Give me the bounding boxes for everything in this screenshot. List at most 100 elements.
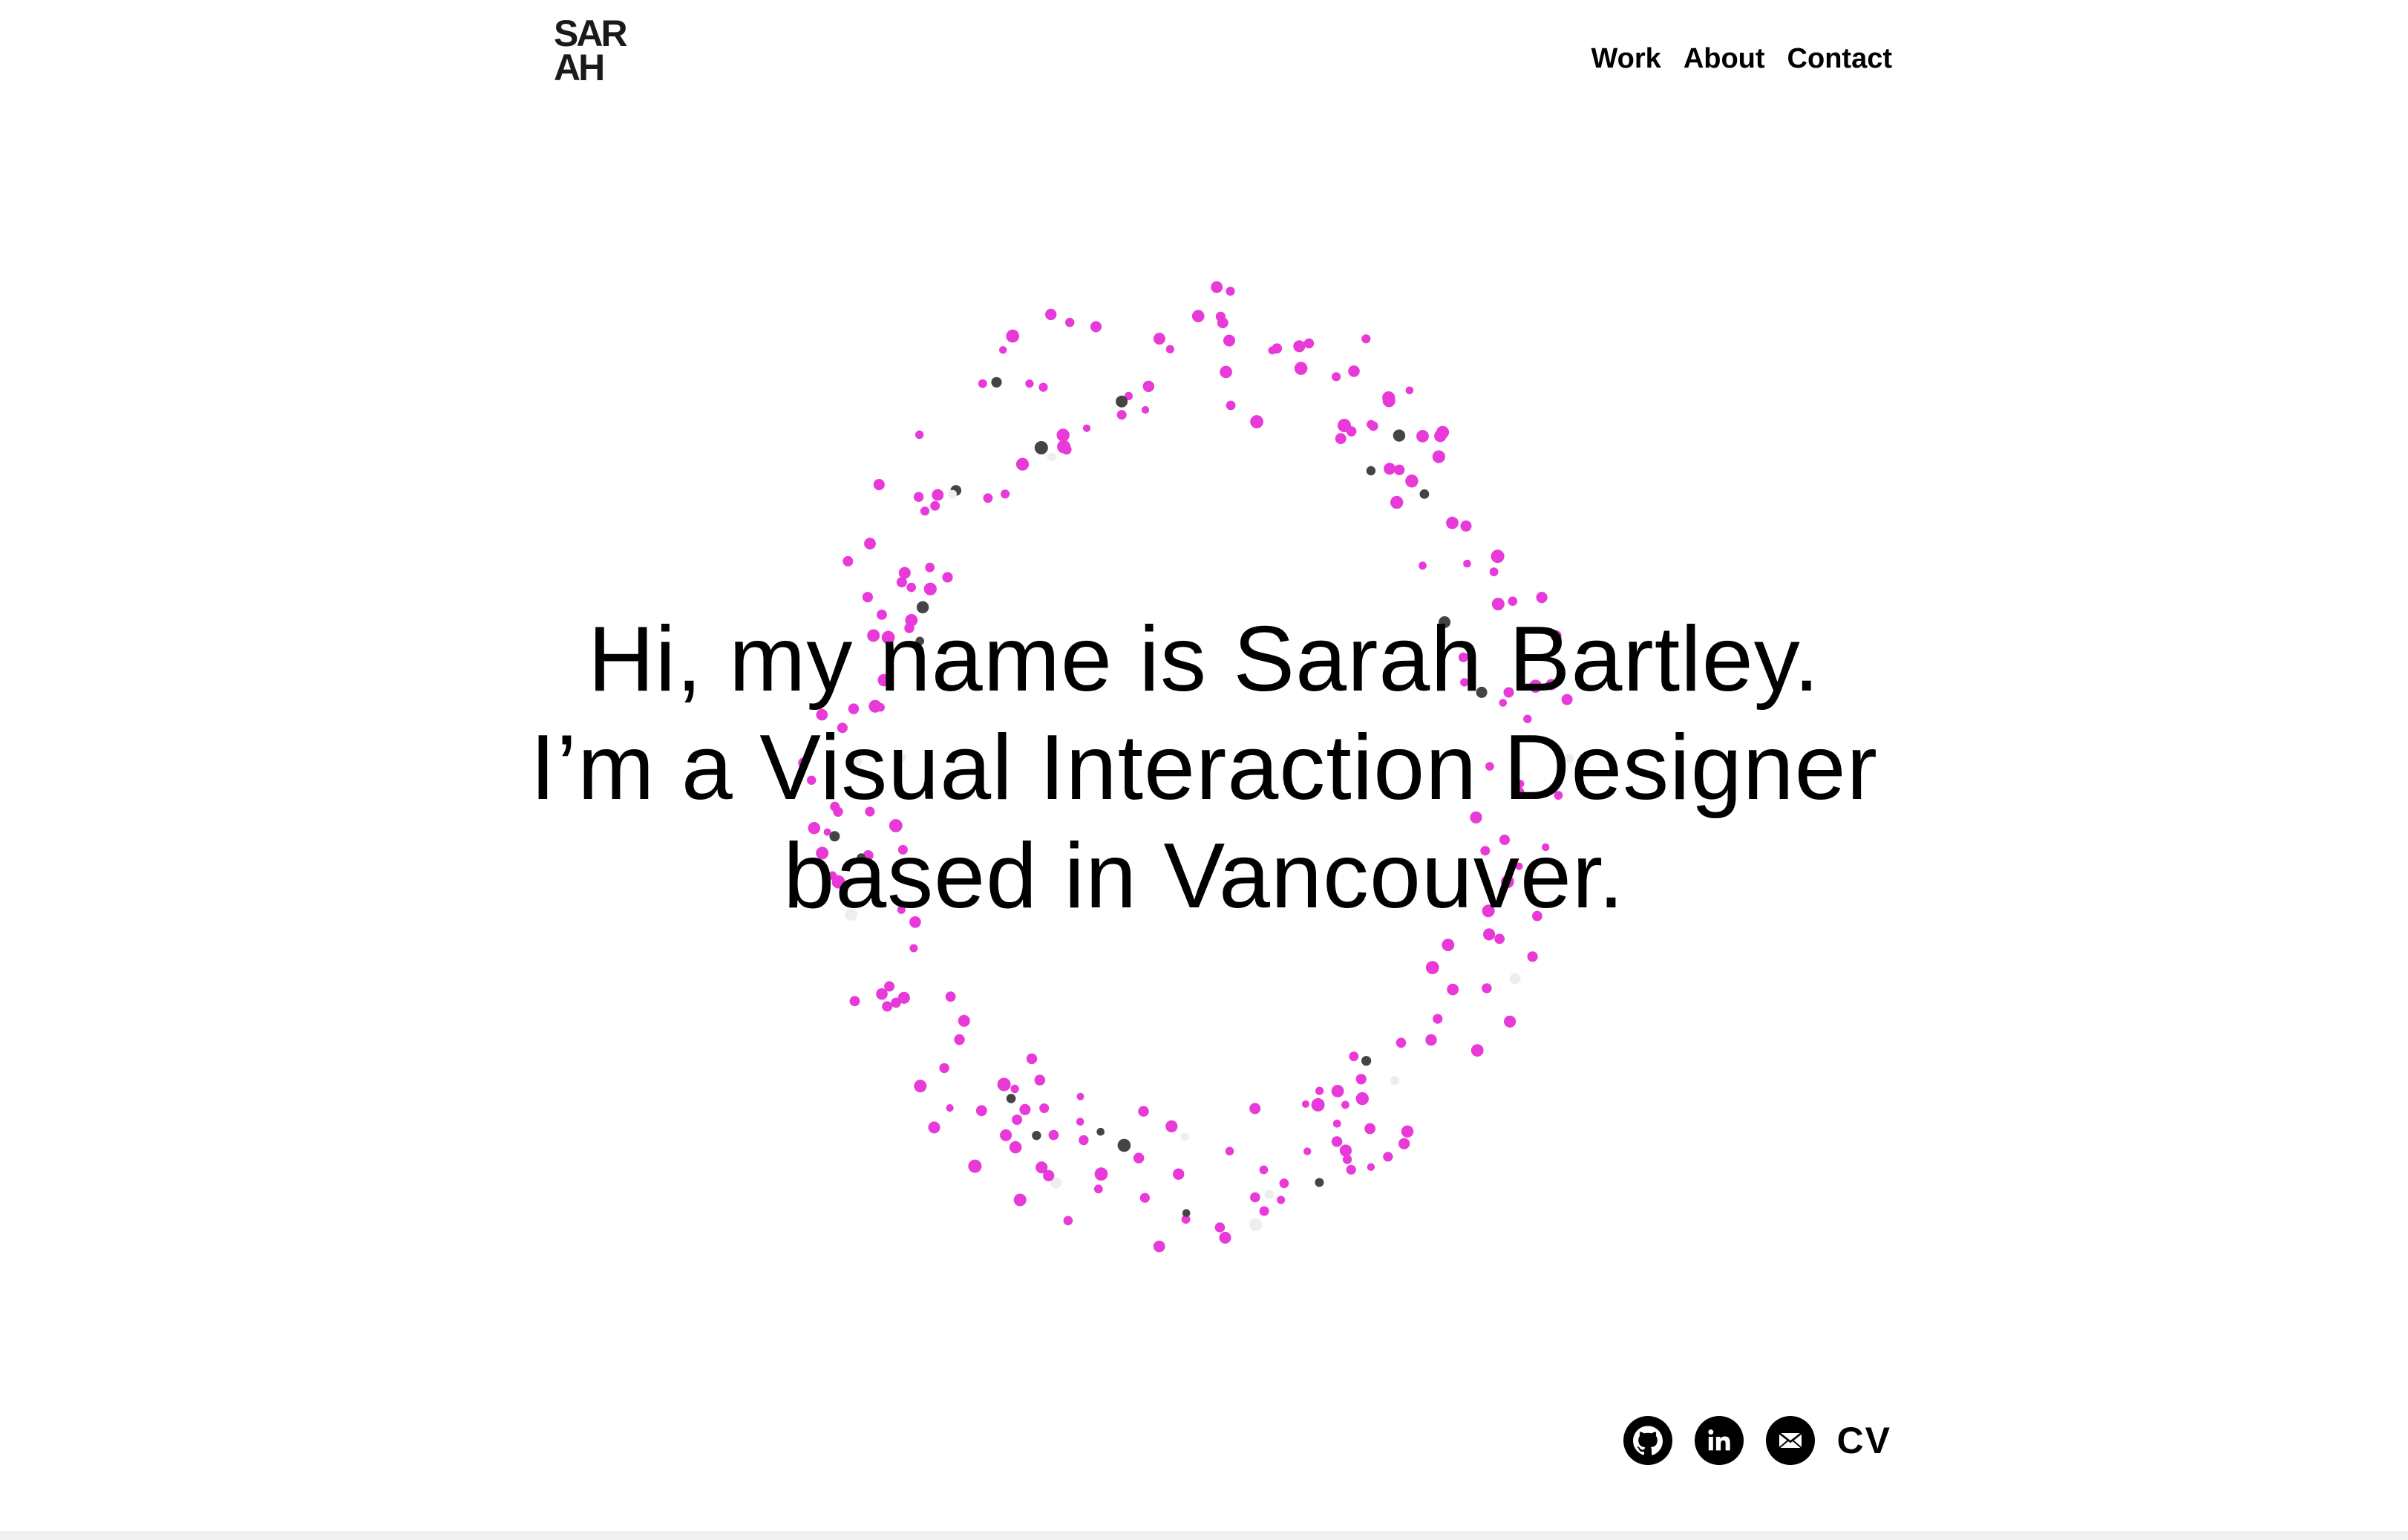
particle-dot	[1393, 464, 1405, 475]
particle-dot	[1390, 495, 1404, 509]
particle-dot	[1527, 951, 1538, 962]
particle-dot	[1355, 1074, 1367, 1085]
hero-heading: Hi, my name is Sarah Bartley. I’m a Visu…	[0, 605, 2408, 930]
particle-dot	[1509, 973, 1521, 985]
particle-dot	[1361, 334, 1371, 344]
particle-dot	[1332, 372, 1341, 382]
particle-dot	[864, 538, 876, 549]
particle-dot	[1211, 281, 1223, 293]
particle-dot	[1215, 311, 1226, 322]
particle-dot	[1025, 379, 1034, 388]
particle-dot	[1153, 1240, 1165, 1253]
particle-dot	[898, 567, 911, 579]
particle-dot	[1482, 983, 1492, 994]
particle-dot	[1311, 1097, 1325, 1112]
particle-dot	[1364, 1123, 1375, 1135]
particle-dot	[945, 991, 956, 1002]
particle-dot	[1393, 429, 1406, 442]
particle-dot	[1082, 424, 1091, 432]
particle-dot	[1293, 340, 1306, 353]
particle-dot	[1079, 1135, 1089, 1146]
particle-dot	[1116, 395, 1128, 408]
particle-dot	[1331, 1136, 1343, 1147]
particle-dot	[1416, 430, 1429, 443]
particle-dot	[1341, 1100, 1349, 1109]
particle-dot	[1361, 1056, 1372, 1066]
particle-dot	[1001, 489, 1010, 499]
particle-dot	[1331, 1085, 1344, 1097]
particle-dot	[999, 346, 1007, 354]
particle-dot	[1009, 1141, 1022, 1154]
particle-dot	[1355, 1092, 1370, 1106]
particle-dot	[1026, 1053, 1038, 1065]
particle-dot	[1405, 386, 1414, 395]
particle-dot	[1165, 345, 1174, 353]
particle-dot	[1038, 382, 1048, 392]
particle-dot	[897, 991, 910, 1004]
particle-dot	[1076, 1092, 1084, 1100]
email-icon[interactable]	[1765, 1416, 1815, 1465]
particle-dot	[1303, 1147, 1312, 1155]
particle-dot	[1223, 334, 1235, 347]
particle-dot	[1396, 1037, 1407, 1048]
particle-dot	[1338, 419, 1351, 432]
particle-dot	[1117, 1138, 1131, 1152]
particle-dot	[1382, 391, 1396, 405]
particle-dot	[1315, 1086, 1324, 1095]
particle-dot	[882, 1001, 893, 1012]
particle-dot	[1405, 474, 1419, 488]
particle-dot	[1047, 452, 1056, 462]
particle-dot	[914, 1080, 927, 1093]
particle-dot	[1425, 961, 1439, 974]
particle-dot	[1349, 1051, 1359, 1062]
linkedin-icon[interactable]	[1694, 1416, 1744, 1465]
particle-dot	[1419, 489, 1430, 499]
particle-dot	[1315, 1178, 1324, 1187]
particle-dot	[1035, 1161, 1048, 1174]
particle-dot	[958, 1014, 970, 1027]
particle-dot	[975, 1105, 987, 1117]
cv-link[interactable]: CV	[1837, 1419, 1891, 1462]
particle-dot	[1491, 549, 1505, 564]
particle-dot	[1220, 365, 1232, 379]
particle-dot	[1419, 561, 1427, 570]
particle-dot	[884, 981, 895, 992]
particle-dot	[1250, 1192, 1260, 1203]
particle-dot	[946, 1104, 954, 1112]
particle-dot	[928, 1121, 940, 1134]
particle-dot	[1045, 308, 1057, 321]
particle-dot	[1006, 329, 1019, 343]
particle-dot	[930, 500, 940, 511]
particle-dot	[923, 582, 937, 596]
particle-dot	[1096, 1127, 1105, 1136]
particle-dot	[1294, 362, 1308, 375]
particle-dot	[1447, 983, 1459, 996]
particle-dot	[1279, 1178, 1289, 1189]
particle-dot	[968, 1159, 982, 1173]
github-icon[interactable]	[1623, 1416, 1672, 1465]
particle-dot	[1034, 441, 1048, 454]
particle-dot	[948, 489, 957, 499]
particle-dot	[1019, 1103, 1031, 1115]
particle-dot	[991, 376, 1002, 388]
particle-dot	[1139, 1192, 1150, 1203]
particle-dot	[983, 493, 993, 503]
particle-dot	[1048, 1129, 1059, 1141]
particle-dot	[1383, 1152, 1393, 1162]
particle-dot	[1494, 933, 1505, 944]
particle-dot	[1039, 1103, 1050, 1113]
hero-line-3: based in Vancouver.	[783, 825, 1625, 927]
particle-dot	[906, 582, 916, 593]
particle-dot	[1536, 592, 1548, 604]
particle-dot	[1173, 1168, 1185, 1180]
particle-dot	[1153, 333, 1165, 345]
particle-dot	[1226, 287, 1235, 296]
particle-dot	[913, 492, 924, 502]
particle-dot	[1006, 1094, 1016, 1103]
particle-dot	[1384, 463, 1396, 475]
particle-dot	[1063, 1216, 1073, 1226]
particle-dot	[1433, 1014, 1443, 1024]
particle-dot	[1303, 338, 1315, 349]
particle-dot	[1219, 1231, 1231, 1244]
particle-dot	[873, 479, 885, 491]
